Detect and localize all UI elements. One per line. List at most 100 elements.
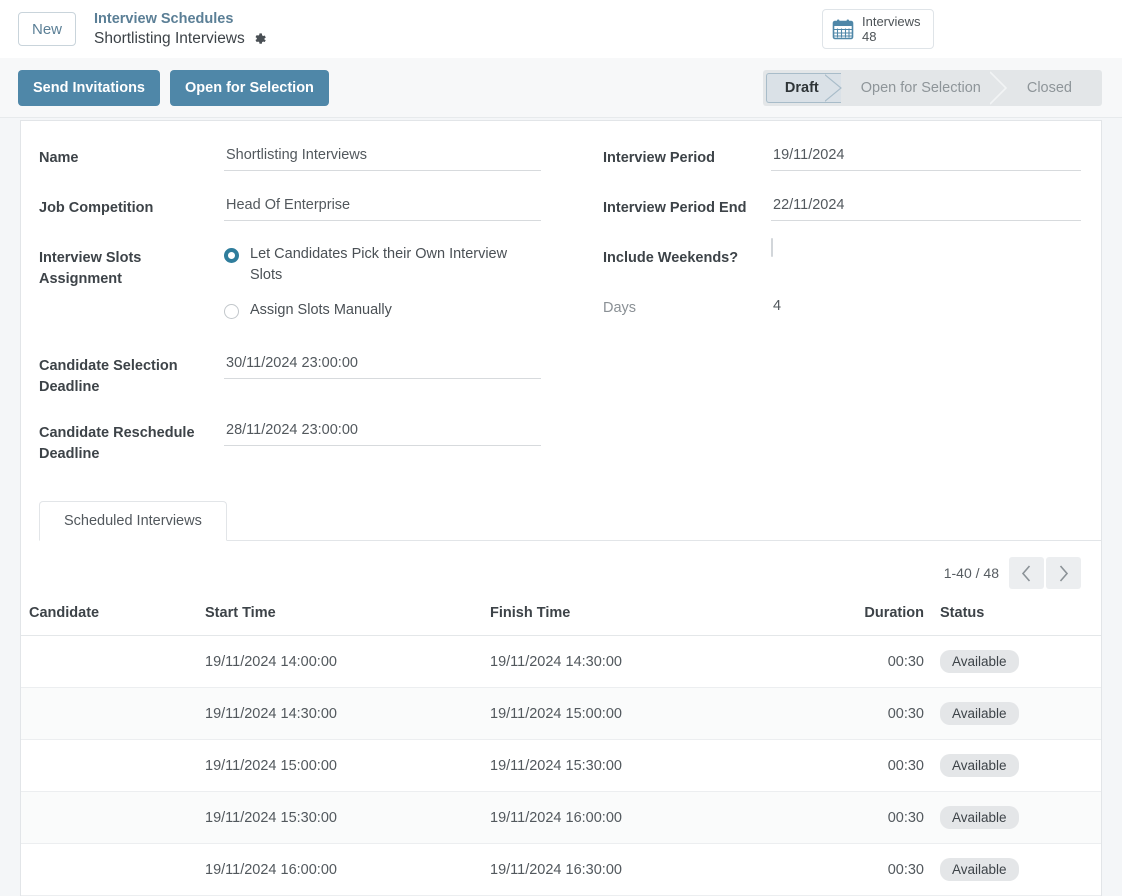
- interviews-chip-text: Interviews 48: [862, 14, 921, 45]
- slots-assignment-radio-group: Let Candidates Pick their Own Interview …: [224, 239, 541, 321]
- chevron-left-icon: [1021, 565, 1031, 582]
- radio-icon-unselected[interactable]: [224, 304, 239, 320]
- cell-duration: 00:30: [840, 635, 932, 689]
- field-reschedule-deadline-label: Candidate Reschedule Deadline: [39, 425, 195, 463]
- field-days-label: Days: [603, 300, 637, 316]
- pagination-range: 1-40 / 48: [943, 565, 999, 582]
- field-selection-deadline-label: Candidate Selection Deadline: [39, 358, 178, 396]
- table-row[interactable]: 19/11/2024 16:00:00 19/11/2024 16:30:00 …: [21, 843, 1101, 896]
- selection-deadline-input[interactable]: 30/11/2024 23:00:00: [224, 347, 541, 380]
- cell-status: Available: [932, 635, 1101, 689]
- cell-duration: 00:30: [840, 739, 932, 793]
- cell-start-time: 19/11/2024 14:00:00: [197, 635, 482, 689]
- days-value: 4: [773, 298, 782, 314]
- field-include-weekends-label: Include Weekends?: [603, 250, 739, 266]
- cell-finish-time: 19/11/2024 15:00:00: [482, 687, 840, 741]
- pagination: 1-40 / 48: [21, 541, 1101, 599]
- table-body: 19/11/2024 14:00:00 19/11/2024 14:30:00 …: [21, 635, 1101, 896]
- page-title: Shortlisting Interviews: [94, 29, 245, 47]
- cell-candidate: [21, 739, 197, 793]
- cell-finish-time: 19/11/2024 14:30:00: [482, 635, 840, 689]
- action-bar: Send Invitations Open for Selection Draf…: [0, 58, 1122, 118]
- field-interview-period: Interview Period 19/11/2024: [603, 139, 1081, 183]
- field-interview-period-end: Interview Period End 22/11/2024: [603, 189, 1081, 233]
- column-header-status[interactable]: Status: [932, 599, 1101, 637]
- radio-option-assign-manually[interactable]: Assign Slots Manually: [224, 300, 541, 321]
- radio-option-pick-own[interactable]: Let Candidates Pick their Own Interview …: [224, 244, 541, 286]
- radio-option-assign-manually-label: Assign Slots Manually: [250, 302, 392, 319]
- status-badge: Available: [940, 650, 1019, 674]
- column-header-finish-time[interactable]: Finish Time: [482, 599, 840, 637]
- cell-status: Available: [932, 739, 1101, 793]
- table-row[interactable]: 19/11/2024 15:00:00 19/11/2024 15:30:00 …: [21, 739, 1101, 793]
- cell-finish-time: 19/11/2024 16:30:00: [482, 843, 840, 896]
- status-stage-draft[interactable]: Draft: [765, 73, 842, 103]
- scheduled-interviews-table: Candidate Start Time Finish Time Duratio…: [21, 599, 1101, 896]
- interviews-chip[interactable]: Interviews 48: [822, 9, 934, 49]
- status-stage-draft-label: Draft: [784, 80, 819, 96]
- pagination-buttons: [1009, 557, 1081, 590]
- status-badge: Available: [940, 858, 1019, 882]
- interview-period-end-input[interactable]: 22/11/2024: [771, 189, 1081, 221]
- status-flow: Draft Open for Selection Closed: [762, 70, 1102, 106]
- column-header-duration[interactable]: Duration: [840, 599, 932, 637]
- reschedule-deadline-input[interactable]: 28/11/2024 23:00:00: [224, 414, 541, 447]
- top-bar: New Interview Schedules Shortlisting Int…: [0, 0, 1122, 58]
- interviews-chip-label: Interviews: [862, 13, 921, 29]
- include-weekends-checkbox[interactable]: [771, 238, 773, 257]
- status-stage-closed[interactable]: Closed: [1007, 70, 1098, 106]
- status-badge: Available: [940, 702, 1019, 726]
- status-stage-open-for-selection[interactable]: Open for Selection: [841, 70, 1007, 106]
- cell-duration: 00:30: [840, 687, 932, 741]
- field-reschedule-deadline: Candidate Reschedule Deadline 28/11/2024…: [39, 414, 541, 465]
- status-badge: Available: [940, 754, 1019, 778]
- title-block: Interview Schedules Shortlisting Intervi…: [94, 10, 267, 49]
- tab-strip: Scheduled Interviews: [39, 501, 1101, 542]
- new-button[interactable]: New: [18, 12, 76, 46]
- form-column-right: Interview Period 19/11/2024 Interview Pe…: [561, 139, 1101, 471]
- job-competition-input[interactable]: Head Of Enterprise: [224, 189, 541, 221]
- cell-finish-time: 19/11/2024 15:30:00: [482, 739, 840, 793]
- field-name-label: Name: [39, 150, 79, 166]
- cell-start-time: 19/11/2024 15:00:00: [197, 739, 482, 793]
- form-column-left: Name Shortlisting Interviews Job Competi…: [21, 139, 561, 471]
- field-name: Name Shortlisting Interviews: [39, 139, 541, 183]
- table-row[interactable]: 19/11/2024 14:00:00 19/11/2024 14:30:00 …: [21, 635, 1101, 689]
- tab-scheduled-interviews[interactable]: Scheduled Interviews: [39, 501, 227, 542]
- record-sheet: Name Shortlisting Interviews Job Competi…: [20, 120, 1102, 896]
- record-line: Shortlisting Interviews: [94, 29, 267, 48]
- radio-option-pick-own-label: Let Candidates Pick their Own Interview …: [250, 246, 508, 284]
- column-header-candidate[interactable]: Candidate: [21, 599, 197, 637]
- field-interview-period-label: Interview Period: [603, 150, 716, 166]
- breadcrumb[interactable]: Interview Schedules: [94, 10, 267, 28]
- chevron-right-icon: [823, 74, 842, 102]
- field-include-weekends: Include Weekends?: [603, 238, 1081, 283]
- radio-icon-selected[interactable]: [224, 248, 239, 263]
- field-interview-period-end-label: Interview Period End: [603, 200, 747, 216]
- record-form: Name Shortlisting Interviews Job Competi…: [21, 121, 1101, 471]
- status-stage-closed-label: Closed: [1026, 80, 1072, 96]
- pagination-prev-button[interactable]: [1009, 557, 1044, 590]
- field-slots-assignment-label: Interview Slots Assignment: [39, 250, 142, 288]
- cell-candidate: [21, 635, 197, 689]
- interview-period-input[interactable]: 19/11/2024: [771, 139, 1081, 171]
- field-job-competition: Job Competition Head Of Enterprise: [39, 189, 541, 233]
- chevron-right-icon: [989, 70, 1008, 106]
- field-days: Days 4: [603, 289, 1081, 333]
- pagination-next-button[interactable]: [1046, 557, 1081, 590]
- table-row[interactable]: 19/11/2024 14:30:00 19/11/2024 15:00:00 …: [21, 687, 1101, 741]
- field-slots-assignment: Interview Slots Assignment Let Candidate…: [39, 239, 541, 321]
- table-header-row: Candidate Start Time Finish Time Duratio…: [21, 599, 1101, 637]
- column-header-start-time[interactable]: Start Time: [197, 599, 482, 637]
- name-input[interactable]: Shortlisting Interviews: [224, 139, 541, 171]
- send-invitations-button[interactable]: Send Invitations: [18, 69, 160, 106]
- gear-icon[interactable]: [253, 32, 267, 46]
- cell-candidate: [21, 687, 197, 741]
- field-selection-deadline: Candidate Selection Deadline 30/11/2024 …: [39, 347, 541, 398]
- open-for-selection-button[interactable]: Open for Selection: [170, 69, 329, 106]
- chevron-right-icon: [1059, 565, 1069, 582]
- status-stage-open-for-selection-label: Open for Selection: [860, 80, 981, 96]
- interviews-chip-count: 48: [862, 29, 877, 44]
- field-job-competition-label: Job Competition: [39, 200, 154, 216]
- table-header: Candidate Start Time Finish Time Duratio…: [21, 599, 1101, 637]
